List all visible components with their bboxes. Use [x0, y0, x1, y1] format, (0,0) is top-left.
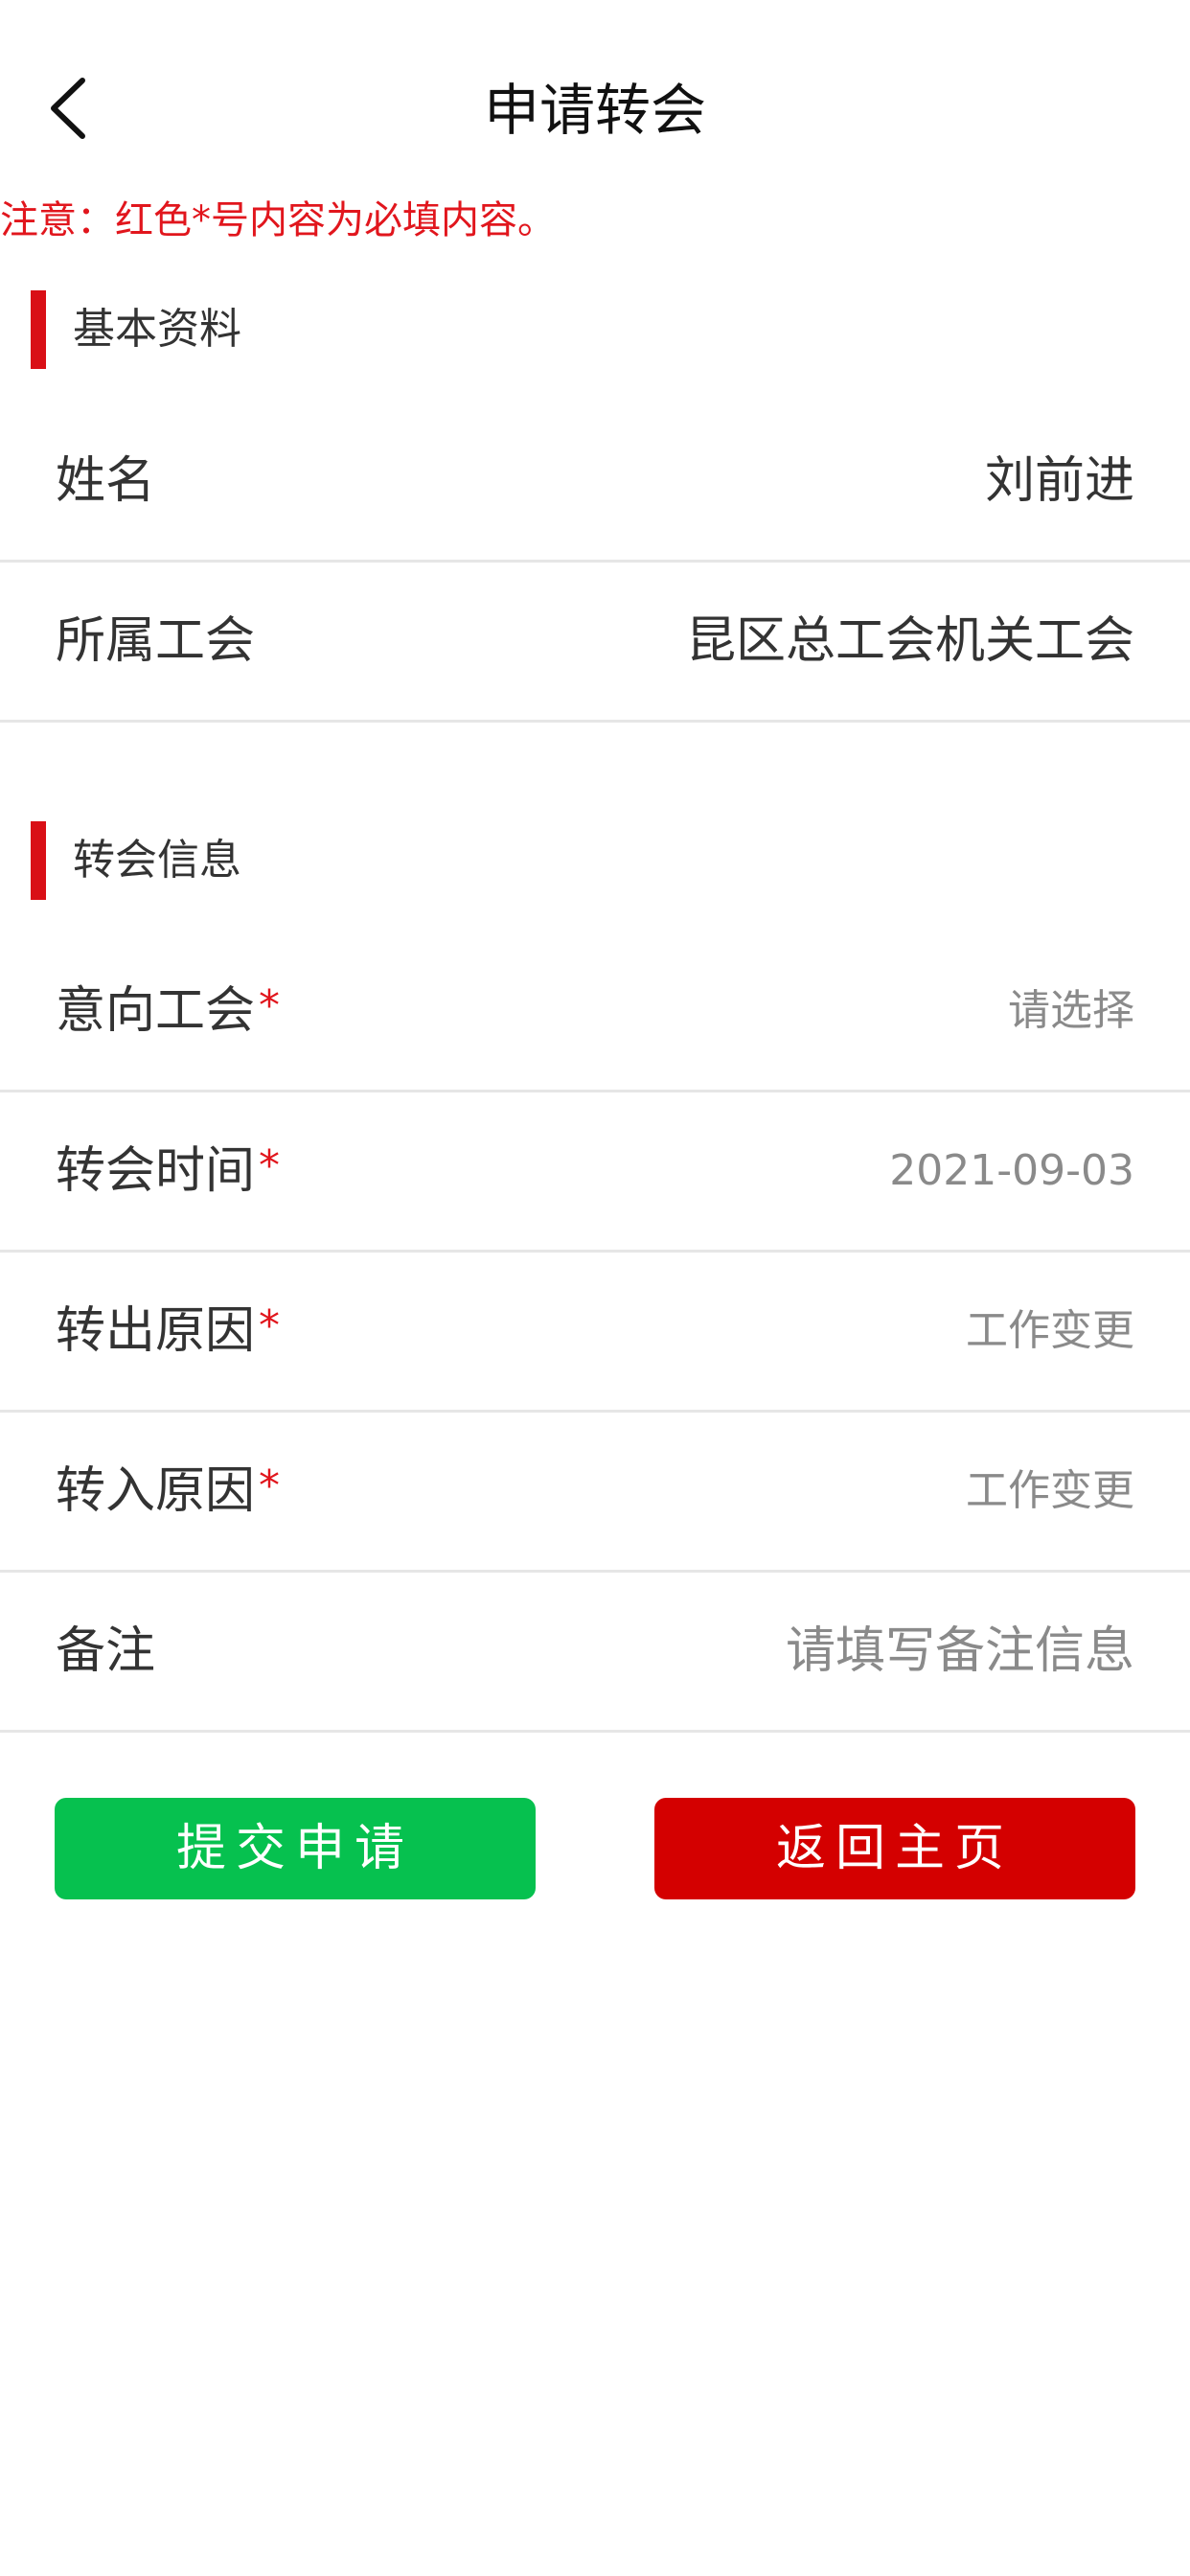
section-accent-bar: [31, 290, 46, 369]
required-fields-notice: 注意：红色*号内容为必填内容。: [0, 198, 556, 242]
name-value: 刘前进: [984, 452, 1134, 510]
transfer-date-picker[interactable]: 2021-09-03: [889, 1092, 1134, 1250]
row-label: 转入原因*: [56, 1461, 281, 1520]
row-label: 转会时间*: [56, 1141, 281, 1200]
page-title: 申请转会: [483, 78, 706, 143]
row-label: 转出原因*: [56, 1301, 281, 1360]
row-transfer-in-reason[interactable]: 转入原因* 工作变更: [0, 1413, 1190, 1573]
row-label: 意向工会*: [56, 981, 281, 1040]
submit-application-button[interactable]: 提交申请: [55, 1798, 536, 1899]
row-transfer-date[interactable]: 转会时间* 2021-09-03: [0, 1092, 1190, 1253]
target-union-select[interactable]: 请选择: [1008, 932, 1134, 1090]
transfer-application-page: 申请转会 注意：红色*号内容为必填内容。 基本资料 姓名 刘前进 所属工会 昆区…: [0, 0, 1190, 2576]
row-label: 所属工会: [56, 612, 256, 670]
row-label: 备注: [56, 1622, 156, 1680]
required-mark: *: [259, 1461, 281, 1510]
row-target-union[interactable]: 意向工会* 请选择: [0, 932, 1190, 1092]
section-title: 基本资料: [73, 305, 241, 354]
required-mark: *: [259, 981, 281, 1030]
union-value: 昆区总工会机关工会: [685, 612, 1134, 670]
return-home-button[interactable]: 返回主页: [654, 1798, 1135, 1899]
row-union: 所属工会 昆区总工会机关工会: [0, 563, 1190, 723]
section-accent-bar: [31, 821, 46, 900]
section-transfer-info: 转会信息: [0, 821, 1190, 900]
section-title: 转会信息: [73, 836, 241, 885]
transfer-out-reason-field[interactable]: 工作变更: [966, 1253, 1134, 1410]
transfer-in-reason-field[interactable]: 工作变更: [966, 1413, 1134, 1570]
nav-header: 申请转会: [0, 58, 1190, 153]
section-basic-info: 基本资料: [0, 290, 1190, 369]
required-mark: *: [259, 1301, 281, 1350]
row-name: 姓名 刘前进: [0, 402, 1190, 563]
row-label: 姓名: [56, 452, 156, 510]
row-transfer-out-reason[interactable]: 转出原因* 工作变更: [0, 1253, 1190, 1413]
row-remark: 备注: [0, 1573, 1190, 1733]
required-mark: *: [259, 1141, 281, 1190]
remark-input[interactable]: [598, 1611, 1134, 1691]
